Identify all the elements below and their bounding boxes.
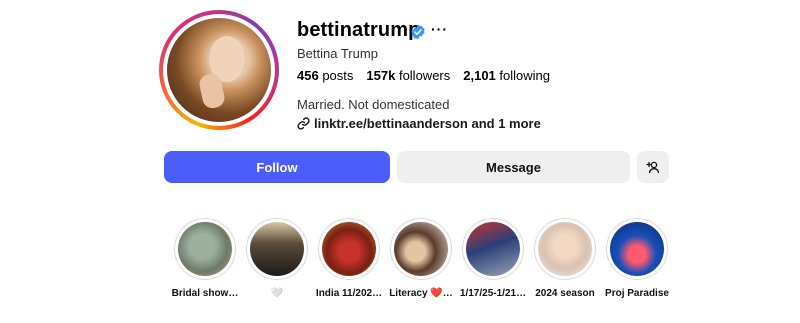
highlight-label: Proj Paradise — [605, 288, 669, 299]
highlight-ring — [246, 218, 308, 280]
following-count[interactable]: 2,101 following — [463, 68, 550, 83]
highlight-image — [466, 222, 520, 276]
highlight-label: Bridal show… — [171, 288, 239, 299]
highlight-image — [394, 222, 448, 276]
highlight-image — [178, 222, 232, 276]
highlight-image — [322, 222, 376, 276]
avatar-image — [167, 18, 271, 122]
posts-number: 456 — [297, 68, 319, 83]
highlight-image — [538, 222, 592, 276]
follow-button[interactable]: Follow — [164, 151, 390, 183]
add-user-icon — [646, 161, 660, 174]
followers-number: 157k — [366, 68, 396, 83]
profile-username: bettinatrump — [297, 19, 421, 41]
highlight-ring — [534, 218, 596, 280]
highlight-image — [250, 222, 304, 276]
highlight-item[interactable]: Bridal show… — [170, 218, 240, 299]
profile-link-text: linktr.ee/bettinaanderson and 1 more — [314, 116, 541, 131]
verified-badge-icon — [411, 24, 425, 40]
posts-count: 456 posts — [297, 68, 353, 83]
profile-bio: Married. Not domesticated — [297, 97, 450, 112]
profile-avatar[interactable] — [159, 10, 279, 130]
highlight-item[interactable]: 🤍 — [242, 218, 312, 299]
highlight-label: India 11/202… — [315, 288, 383, 299]
highlight-item[interactable]: Literacy ❤️… — [386, 218, 456, 299]
followers-count[interactable]: 157k followers — [366, 68, 450, 83]
highlight-item[interactable]: 1/17/25-1/21… — [458, 218, 528, 299]
following-number: 2,101 — [463, 68, 496, 83]
story-highlights: Bridal show… 🤍 India 11/202… Literacy ❤️… — [170, 218, 680, 318]
highlight-item[interactable]: India 11/202… — [314, 218, 384, 299]
following-label: following — [499, 68, 551, 83]
followers-label: followers — [398, 68, 451, 83]
avatar-frame — [163, 14, 275, 126]
more-options-icon[interactable]: ··· — [431, 21, 448, 37]
profile-full-name: Bettina Trump — [297, 46, 378, 61]
highlight-ring — [390, 218, 452, 280]
highlight-label: 🤍 — [270, 288, 284, 299]
highlight-item[interactable]: Proj Paradise — [602, 218, 672, 299]
highlight-label: Literacy ❤️… — [389, 288, 453, 299]
highlight-ring — [318, 218, 380, 280]
highlight-ring — [606, 218, 668, 280]
add-user-button[interactable] — [637, 151, 669, 183]
highlight-ring — [462, 218, 524, 280]
highlight-item[interactable]: 2024 season — [530, 218, 600, 299]
highlight-label: 1/17/25-1/21… — [459, 288, 527, 299]
link-icon — [297, 117, 310, 130]
highlight-label: 2024 season — [535, 288, 595, 299]
posts-label: posts — [322, 68, 354, 83]
profile-stats: 456 posts 157k followers 2,101 following — [297, 68, 550, 83]
highlight-ring — [174, 218, 236, 280]
profile-link[interactable]: linktr.ee/bettinaanderson and 1 more — [297, 116, 541, 131]
message-button[interactable]: Message — [397, 151, 630, 183]
highlight-image — [610, 222, 664, 276]
